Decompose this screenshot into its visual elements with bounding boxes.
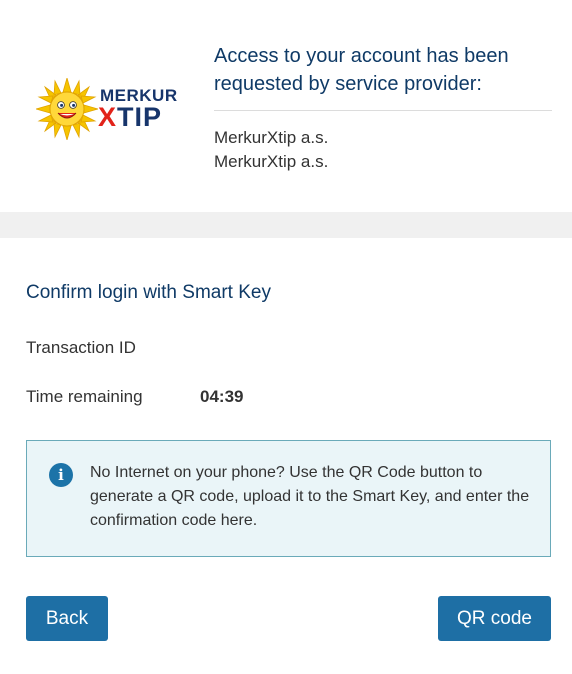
sun-mascot-icon: [36, 78, 98, 140]
divider: [214, 110, 552, 111]
qr-code-button[interactable]: QR code: [438, 596, 551, 641]
qr-info-text: No Internet on your phone? Use the QR Co…: [90, 464, 530, 529]
service-provider-name: MerkurXtip a.s.: [214, 128, 329, 147]
time-remaining-label: Time remaining: [26, 387, 143, 406]
info-icon: i: [49, 463, 73, 487]
back-button[interactable]: Back: [26, 596, 108, 641]
confirm-login-panel: Confirm login with Smart Key Transaction…: [0, 238, 572, 674]
qr-info-box: i No Internet on your phone? Use the QR …: [26, 440, 551, 557]
transaction-id-label: Transaction ID: [26, 338, 136, 357]
confirm-title: Confirm login with Smart Key: [26, 282, 271, 303]
access-request-heading: Access to your account has been requeste…: [214, 45, 509, 95]
merkur-xtip-logo: MERKUR XTIP: [36, 78, 186, 140]
service-provider-name: MerkurXtip a.s.: [214, 152, 329, 171]
time-remaining-value: 04:39: [200, 387, 244, 406]
service-provider-panel: MERKUR XTIP Access to your account has b…: [0, 0, 572, 212]
logo-xtip-text: XTIP: [98, 102, 163, 132]
